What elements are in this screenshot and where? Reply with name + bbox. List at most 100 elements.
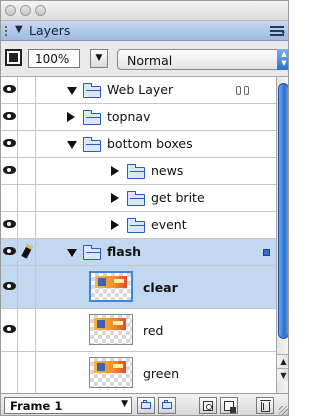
opacity-dropdown-button[interactable]: ▼ — [90, 49, 108, 68]
layer-object-row[interactable]: green — [1, 352, 276, 393]
zoom-window-button[interactable] — [35, 5, 46, 16]
edit-toggle[interactable] — [19, 104, 36, 130]
folder-icon — [127, 191, 145, 206]
layer-folder-row[interactable]: topnav — [1, 104, 276, 131]
visibility-toggle[interactable] — [1, 77, 18, 103]
visibility-toggle[interactable] — [1, 185, 18, 211]
edit-toggle[interactable] — [19, 266, 36, 308]
layers-footer: Frame 1 ▼ — [1, 393, 288, 415]
layer-name[interactable]: green — [143, 366, 179, 381]
visibility-toggle[interactable] — [1, 158, 18, 184]
panel-header: ▼ Layers ▾ — [1, 21, 288, 41]
eye-icon — [3, 166, 16, 174]
layer-folder-row[interactable]: bottom boxes — [1, 131, 276, 158]
layer-object-row[interactable]: clear — [1, 266, 276, 309]
new-sub-layer-button[interactable] — [158, 397, 176, 414]
layer-name[interactable]: Web Layer — [107, 82, 173, 97]
eye-icon — [3, 325, 16, 333]
layer-thumbnail — [89, 271, 133, 302]
select-arrows-icon: ▲ ▼ — [277, 49, 288, 70]
folder-icon — [83, 245, 101, 260]
panel-title[interactable]: Layers — [29, 23, 70, 38]
minimize-window-button[interactable] — [20, 5, 31, 16]
edit-toggle[interactable] — [19, 352, 36, 393]
panel-options-icon[interactable]: ▾ — [270, 24, 285, 37]
visibility-toggle[interactable] — [1, 212, 18, 238]
layer-options-row: 100% ▼ Normal ▲ ▼ — [1, 41, 288, 77]
visibility-toggle[interactable] — [1, 131, 18, 157]
share-layer-button[interactable] — [137, 397, 155, 414]
thumbnail-art — [95, 276, 127, 288]
layer-name[interactable]: red — [143, 323, 164, 338]
visibility-toggle[interactable] — [1, 104, 18, 130]
disclosure-open-icon[interactable] — [67, 249, 77, 257]
visibility-toggle[interactable] — [1, 239, 18, 265]
delete-button[interactable] — [256, 397, 274, 414]
new-state-icon — [203, 401, 213, 411]
folder-icon — [83, 83, 101, 98]
window-titlebar — [1, 1, 288, 21]
layers-panel: ▼ Layers ▾ 100% ▼ Normal ▲ ▼ Web Layer top… — [0, 0, 289, 416]
layer-name[interactable]: bottom boxes — [107, 136, 193, 151]
close-window-button[interactable] — [5, 5, 16, 16]
folder-icon — [127, 164, 145, 179]
collapse-arrow-icon[interactable]: ▼ — [15, 24, 23, 35]
layer-target-icon[interactable] — [263, 249, 270, 256]
layer-name[interactable]: clear — [143, 280, 178, 295]
disclosure-closed-icon[interactable] — [111, 166, 119, 176]
visibility-toggle[interactable] — [1, 352, 18, 393]
chevron-down-icon: ▼ — [121, 399, 128, 409]
scroll-up-arrow-icon[interactable]: ▲ — [277, 354, 288, 367]
frame-select[interactable]: Frame 1 ▼ — [4, 397, 132, 414]
eye-icon — [3, 85, 16, 93]
layer-list-scrollbar[interactable]: ▲ ▼ — [276, 77, 288, 393]
disclosure-open-icon[interactable] — [67, 87, 77, 95]
add-mask-button[interactable] — [220, 397, 238, 414]
trash-icon — [260, 400, 271, 412]
eye-icon — [3, 220, 16, 228]
layer-name[interactable]: flash — [107, 244, 141, 259]
visibility-toggle[interactable] — [1, 309, 18, 351]
scroll-down-arrow-icon[interactable]: ▼ — [277, 368, 288, 381]
opacity-icon — [5, 49, 22, 66]
edit-toggle[interactable] — [19, 239, 36, 265]
eye-icon — [3, 139, 16, 147]
layer-folder-row[interactable]: event — [1, 212, 276, 239]
edit-toggle[interactable] — [19, 185, 36, 211]
layer-folder-row[interactable]: Web Layer — [1, 77, 276, 104]
layer-name[interactable]: event — [151, 217, 187, 232]
layer-name[interactable]: topnav — [107, 109, 150, 124]
layer-folder-row[interactable]: flash — [1, 239, 276, 266]
layer-list: Web Layer topnav bottom boxes news get brite… — [1, 77, 276, 393]
edit-toggle[interactable] — [19, 77, 36, 103]
add-mask-icon — [224, 401, 236, 413]
folder-icon — [83, 137, 101, 152]
thumbnail-art — [94, 318, 126, 330]
disclosure-closed-icon[interactable] — [67, 112, 75, 122]
layer-folder-row[interactable]: get brite — [1, 185, 276, 212]
disclosure-open-icon[interactable] — [67, 141, 77, 149]
panel-grip-icon[interactable] — [5, 26, 10, 36]
eye-icon — [3, 247, 16, 255]
edit-toggle[interactable] — [19, 212, 36, 238]
blend-mode-select[interactable]: Normal ▲ ▼ — [117, 49, 288, 70]
folder-icon — [127, 218, 145, 233]
folder-icon — [83, 110, 101, 125]
layer-thumbnail — [89, 357, 133, 388]
disclosure-closed-icon[interactable] — [111, 193, 119, 203]
edit-toggle[interactable] — [19, 131, 36, 157]
frame-label: Frame 1 — [10, 399, 63, 413]
eye-icon — [3, 282, 16, 290]
visibility-toggle[interactable] — [1, 266, 18, 308]
scroll-thumb[interactable] — [278, 83, 288, 339]
layer-name[interactable]: news — [151, 163, 183, 178]
layer-name[interactable]: get brite — [151, 190, 205, 205]
edit-toggle[interactable] — [19, 158, 36, 184]
disclosure-closed-icon[interactable] — [111, 220, 119, 230]
layer-object-row[interactable]: red — [1, 309, 276, 352]
new-state-button[interactable] — [199, 397, 217, 414]
opacity-field[interactable]: 100% — [28, 49, 80, 68]
layer-folder-row[interactable]: news — [1, 158, 276, 185]
resize-grip-icon[interactable] — [279, 406, 288, 415]
edit-toggle[interactable] — [19, 309, 36, 351]
